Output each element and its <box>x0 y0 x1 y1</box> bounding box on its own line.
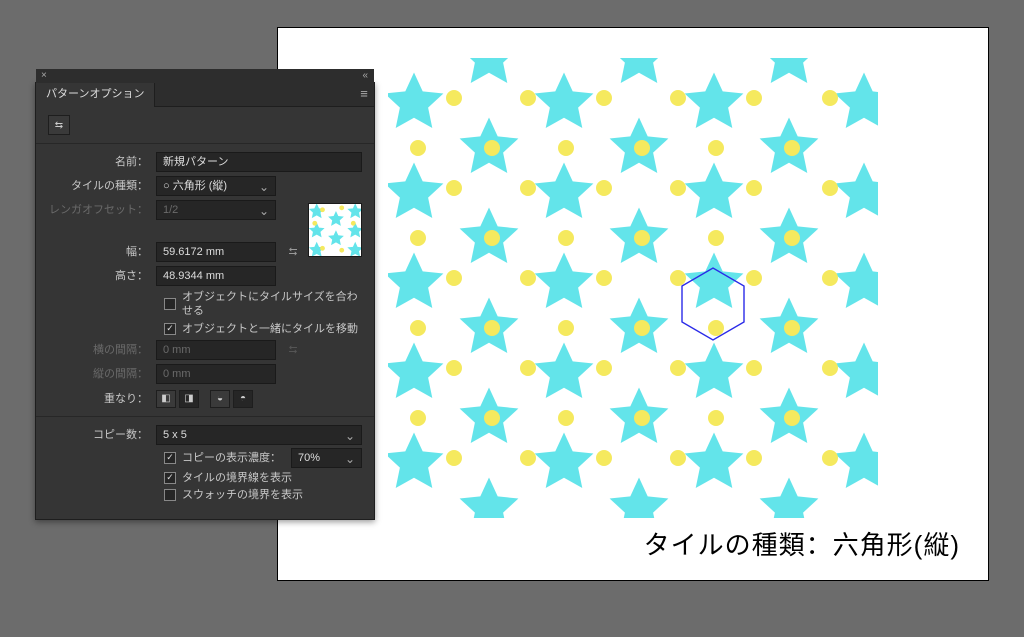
show-swatch-bounds-checkbox[interactable] <box>164 489 176 501</box>
move-with-object-checkbox[interactable] <box>164 323 176 335</box>
tile-thumbnail <box>308 203 362 257</box>
name-input[interactable]: 新規パターン <box>156 152 362 172</box>
width-label: 幅： <box>48 245 156 259</box>
artboard-caption: タイルの種類：六角形(縦) <box>644 525 960 562</box>
overlap-top-front-button[interactable]: ◒ <box>210 390 230 408</box>
overlap-right-front-button[interactable]: ◨ <box>179 390 199 408</box>
link-dimensions-icon[interactable]: ⮀ <box>284 243 302 261</box>
brickoffset-select: 1/2 <box>156 200 276 220</box>
tile-edit-tool-icon[interactable]: ⇆ <box>48 115 70 135</box>
copy-opacity-select[interactable]: 70% <box>291 448 362 468</box>
vgap-label: 縦の間隔： <box>48 367 156 381</box>
copies-label: コピー数： <box>48 428 156 442</box>
pattern-preview <box>388 58 878 518</box>
overlap-left-front-button[interactable]: ◧ <box>156 390 176 408</box>
hgap-input: 0 mm <box>156 340 276 360</box>
artboard: タイルの種類：六角形(縦) <box>278 28 988 580</box>
collapse-icon[interactable]: « <box>362 69 368 83</box>
show-copy-opacity-checkbox[interactable] <box>164 452 176 464</box>
show-swatch-bounds-label: スウォッチの境界を表示 <box>182 488 303 502</box>
close-icon[interactable]: × <box>41 70 47 81</box>
fit-to-object-label: オブジェクトにタイルサイズを合わせる <box>182 290 362 319</box>
hgap-label: 横の間隔： <box>48 343 156 357</box>
width-input[interactable]: 59.6172 mm <box>156 242 276 262</box>
vgap-input: 0 mm <box>156 364 276 384</box>
show-tile-edge-label: タイルの境界線を表示 <box>182 471 292 485</box>
overlap-bottom-front-button[interactable]: ◓ <box>233 390 253 408</box>
move-with-object-label: オブジェクトと一緒にタイルを移動 <box>182 322 358 336</box>
pattern-options-panel[interactable]: × « パターンオプション ≡ ⇆ 名前： 新規パターン タイルの種類： ○ 六… <box>35 82 375 520</box>
name-label: 名前： <box>48 155 156 169</box>
panel-tab[interactable]: パターンオプション <box>36 83 155 107</box>
pattern-svg <box>388 58 878 518</box>
height-input[interactable]: 48.9344 mm <box>156 266 276 286</box>
fit-to-object-checkbox[interactable] <box>164 298 176 310</box>
panel-menu-icon[interactable]: ≡ <box>354 86 374 103</box>
tiletype-label: タイルの種類： <box>48 179 156 193</box>
panel-close-bar[interactable]: × « <box>36 69 374 83</box>
tiletype-select[interactable]: ○ 六角形 (縦) <box>156 176 276 196</box>
overlap-label: 重なり： <box>48 392 156 406</box>
link-gap-icon: ⮀ <box>284 341 302 359</box>
height-label: 高さ： <box>48 269 156 283</box>
brickoffset-label: レンガオフセット： <box>48 203 156 217</box>
show-copy-opacity-label: コピーの表示濃度： <box>182 451 281 465</box>
panel-header: パターンオプション ≡ <box>36 83 374 107</box>
copies-select[interactable]: 5 x 5 <box>156 425 362 445</box>
show-tile-edge-checkbox[interactable] <box>164 472 176 484</box>
